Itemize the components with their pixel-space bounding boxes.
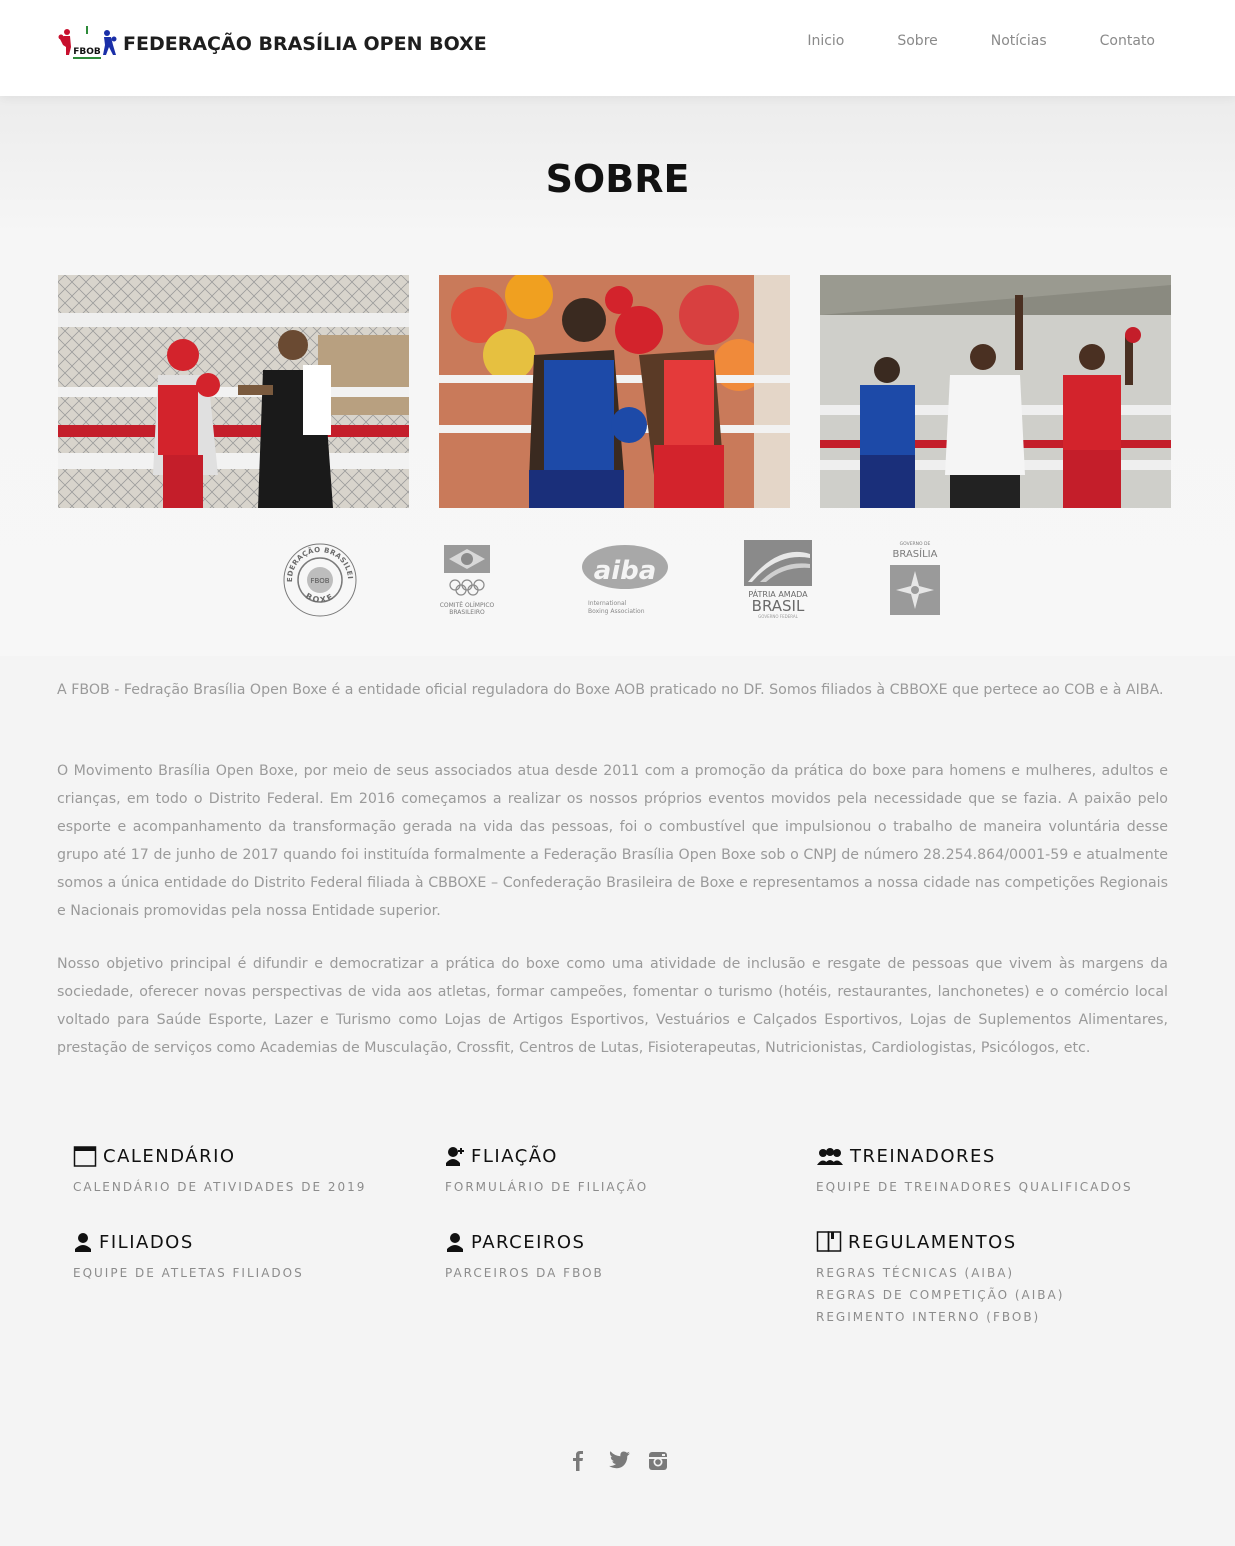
facebook-icon[interactable]	[565, 1448, 591, 1474]
fbob-logo-icon: FBOB	[58, 26, 117, 59]
feature-title: PARCEIROS	[471, 1232, 586, 1253]
feature-treinadores: TREINADORES EQUIPE DE TREINADORES QUALIF…	[816, 1140, 1156, 1198]
brasil-gov-logo: PÁTRIA AMADA BRASIL GOVERNO FEDERAL	[742, 538, 814, 620]
feature-link[interactable]: PARCEIROS DA FBOB	[445, 1262, 785, 1284]
user-icon	[447, 1233, 463, 1252]
feature-link[interactable]: EQUIPE DE TREINADORES QUALIFICADOS	[816, 1176, 1156, 1198]
book-icon	[816, 1231, 842, 1252]
boxing-photo-3-image	[820, 275, 1171, 508]
top-navigation-bar: FBOB FEDERAÇÃO BRASÍLIA OPEN BOXE Inicio…	[0, 0, 1235, 96]
gdf-text-line1: GOVERNO DE	[900, 541, 931, 547]
brasil-text-line2: BRASIL	[752, 597, 805, 615]
gdf-logo-icon: GOVERNO DE BRASÍLIA	[890, 541, 940, 615]
twitter-icon[interactable]	[605, 1448, 631, 1474]
logo-text: FBOB	[73, 47, 101, 57]
user-icon	[75, 1233, 91, 1252]
aiba-logo: aiba International Boxing Association	[578, 538, 672, 620]
calendar-icon	[73, 1146, 97, 1167]
cob-text-line2: BRASILEIRO	[449, 609, 485, 616]
feature-title: TREINADORES	[850, 1146, 996, 1167]
boxing-photo-2-image	[439, 275, 790, 508]
aiba-logo-icon: aiba International Boxing Association	[582, 545, 668, 615]
gdf-logo: GOVERNO DE BRASÍLIA	[886, 538, 944, 620]
history-paragraph: O Movimento Brasília Open Boxe, por meio…	[57, 763, 1168, 919]
feature-title: REGULAMENTOS	[848, 1232, 1017, 1253]
boxing-photo-1	[58, 275, 409, 508]
aiba-word: aiba	[594, 556, 657, 586]
feature-link[interactable]: REGIMENTO INTERNO (FBOB)	[816, 1306, 1156, 1328]
aiba-text-line2: Boxing Association	[588, 608, 645, 615]
intro-paragraph: A FBOB - Fedração Brasília Open Boxe é a…	[57, 682, 1164, 698]
mission-paragraph: Nosso objetivo principal é difundir e de…	[57, 956, 1168, 1056]
cbboxe-logo: CONFEDERAÇÃO BRASILEIRA DE BOXE FBOB	[282, 538, 358, 620]
main-nav: Inicio Sobre Notícias Contato	[807, 33, 1155, 49]
brand[interactable]: FBOB FEDERAÇÃO BRASÍLIA OPEN BOXE	[57, 25, 487, 63]
brand-name: FEDERAÇÃO BRASÍLIA OPEN BOXE	[123, 33, 487, 55]
partner-logos: CONFEDERAÇÃO BRASILEIRA DE BOXE FBOB COM…	[0, 538, 1235, 620]
nav-item-sobre[interactable]: Sobre	[897, 33, 937, 49]
cob-logo-icon: COMITÊ OLÍMPICO BRASILEIRO	[440, 545, 495, 616]
instagram-icon[interactable]	[645, 1448, 671, 1474]
feature-filiacao: FLIAÇÃO FORMULÁRIO DE FILIAÇÃO	[445, 1140, 785, 1198]
feature-link[interactable]: REGRAS DE COMPETIÇÃO (AIBA)	[816, 1284, 1156, 1306]
brasil-text-line3: GOVERNO FEDERAL	[758, 614, 798, 619]
feature-title: FILIADOS	[99, 1232, 194, 1253]
boxing-photo-2	[439, 275, 790, 508]
aiba-text-line1: International	[588, 600, 627, 607]
feature-parceiros: PARCEIROS PARCEIROS DA FBOB	[445, 1226, 785, 1284]
brasil-gov-logo-icon: PÁTRIA AMADA BRASIL GOVERNO FEDERAL	[744, 540, 812, 619]
cob-logo: COMITÊ OLÍMPICO BRASILEIRO	[433, 538, 501, 620]
feature-regulamentos: REGULAMENTOS REGRAS TÉCNICAS (AIBA) REGR…	[816, 1226, 1156, 1328]
page-title: SOBRE	[545, 157, 690, 201]
feature-filiados: FILIADOS EQUIPE DE ATLETAS FILIADOS	[73, 1226, 413, 1284]
svg-text:BOXE: BOXE	[304, 591, 336, 604]
cob-text-line1: COMITÊ OLÍMPICO	[440, 601, 495, 609]
user-add-icon	[446, 1147, 464, 1166]
users-icon	[817, 1148, 843, 1165]
feature-link[interactable]: REGRAS TÉCNICAS (AIBA)	[816, 1262, 1156, 1284]
cbboxe-seal-text-bottom: BOXE	[304, 591, 334, 604]
feature-link[interactable]: CALENDÁRIO DE ATIVIDADES DE 2019	[73, 1176, 413, 1198]
feature-calendario: CALENDÁRIO CALENDÁRIO DE ATIVIDADES DE 2…	[73, 1140, 413, 1198]
cbboxe-seal-icon: CONFEDERAÇÃO BRASILEIRA DE BOXE FBOB	[282, 540, 357, 617]
feature-link[interactable]: FORMULÁRIO DE FILIAÇÃO	[445, 1176, 785, 1198]
feature-title: FLIAÇÃO	[471, 1146, 558, 1167]
boxing-photo-1-image	[58, 275, 409, 508]
gdf-text-line2: BRASÍLIA	[893, 547, 938, 560]
nav-item-contato[interactable]: Contato	[1100, 33, 1155, 49]
nav-item-inicio[interactable]: Inicio	[807, 33, 844, 49]
cbboxe-seal-center: FBOB	[310, 577, 329, 585]
boxing-photo-3	[820, 275, 1171, 508]
social-links	[0, 1448, 1235, 1474]
nav-item-noticias[interactable]: Notícias	[991, 33, 1047, 49]
feature-link[interactable]: EQUIPE DE ATLETAS FILIADOS	[73, 1262, 413, 1284]
feature-title: CALENDÁRIO	[103, 1146, 236, 1167]
